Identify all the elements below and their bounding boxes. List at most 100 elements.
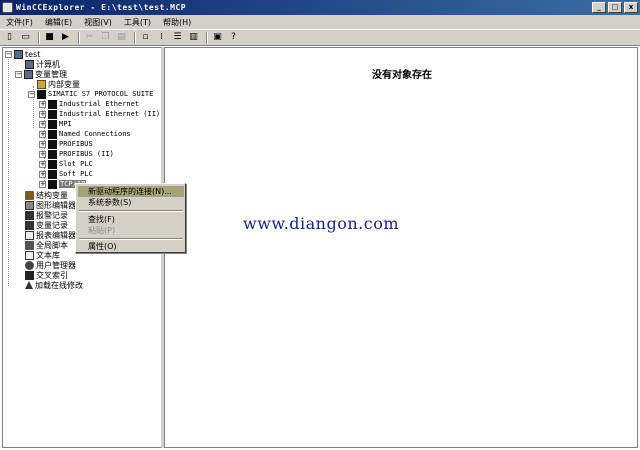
details-icon[interactable]: ▥ — [187, 31, 200, 44]
internal-tags-icon — [37, 79, 46, 89]
context-paste[interactable]: 粘贴(P) — [78, 225, 184, 236]
tree-item-report-designer[interactable]: 报表编辑器 — [25, 230, 76, 240]
app-icon — [2, 2, 13, 13]
tree-item-computer[interactable]: 计算机 — [25, 59, 60, 69]
report-designer-icon — [25, 230, 34, 240]
tree-item-channel-unit[interactable]: + MPI — [39, 119, 72, 129]
tree-item-label: Soft PLC — [59, 170, 93, 178]
properties-icon[interactable]: ▣ — [211, 31, 224, 44]
context-system-parameters[interactable]: 系统参数(S) — [78, 197, 184, 208]
context-find[interactable]: 查找(F) — [78, 214, 184, 225]
tree-item-tag-logging[interactable]: 变量记录 — [25, 220, 68, 230]
window-title: WinCCExplorer - E:\test\test.MCP — [16, 3, 187, 12]
new-icon[interactable]: ▯ — [3, 31, 16, 44]
menu-bar: 文件(F) 编辑(E) 视图(V) 工具(T) 帮助(H) — [0, 15, 640, 30]
context-properties[interactable]: 属性(O) — [78, 241, 184, 252]
tree-item-driver[interactable]: − SIMATIC S7 PROTOCOL SUITE — [28, 89, 153, 99]
tree-item-internal-tags[interactable]: 内部变量 — [37, 79, 80, 89]
expand-icon[interactable]: + — [39, 170, 46, 178]
tree-item-channel-unit[interactable]: + Slot PLC — [39, 159, 93, 169]
driver-icon — [37, 89, 46, 99]
context-separator — [79, 238, 183, 240]
expand-icon[interactable]: + — [39, 130, 46, 138]
list-icon[interactable]: ☰ — [171, 31, 184, 44]
help-icon[interactable]: ? — [227, 31, 240, 44]
toolbar: ▯ ▭ ■ ▶ ✂ ❐ ▤ ▫ ⁞ ☰ ▥ ▣ ? — [0, 30, 640, 46]
menu-file[interactable]: 文件(F) — [0, 17, 39, 28]
empty-message: 没有对象存在 — [372, 70, 432, 81]
tree-item-channel-unit[interactable]: + Named Connections — [39, 129, 131, 139]
channel-unit-icon — [48, 109, 57, 119]
expand-icon[interactable]: + — [39, 110, 46, 118]
context-new-driver-connection[interactable]: 新驱动程序的连接(N)... — [78, 186, 184, 197]
global-script-icon — [25, 240, 34, 250]
context-separator — [79, 210, 183, 212]
tree-item-channel-unit[interactable]: + PROFIBUS — [39, 139, 93, 149]
tree-item-root[interactable]: − test — [5, 49, 40, 59]
menu-view[interactable]: 视图(V) — [78, 17, 118, 28]
watermark-text: www.diangon.com — [243, 214, 400, 233]
channel-unit-icon — [48, 99, 57, 109]
alarm-logging-icon — [25, 210, 34, 220]
content-pane[interactable]: 没有对象存在 — [164, 47, 638, 448]
tree-item-label: MPI — [59, 120, 72, 128]
tree-item-graphics-designer[interactable]: 图形编辑器 — [25, 200, 76, 210]
paste-icon[interactable]: ▤ — [115, 31, 128, 44]
maximize-button[interactable]: □ — [608, 2, 622, 13]
tree-item-cross-reference[interactable]: 交叉索引 — [25, 270, 68, 280]
tree-item-channel-unit[interactable]: + Industrial Ethernet — [39, 99, 139, 109]
expand-icon[interactable]: + — [39, 150, 46, 158]
menu-edit[interactable]: 编辑(E) — [39, 17, 78, 28]
open-icon[interactable]: ▭ — [19, 31, 32, 44]
tag-management-icon — [24, 69, 33, 79]
tree-item-alarm-logging[interactable]: 报警记录 — [25, 210, 68, 220]
collapse-icon[interactable]: − — [28, 90, 35, 98]
tree-item-label: 加载在线修改 — [35, 280, 83, 290]
channel-unit-icon — [48, 169, 57, 179]
collapse-icon[interactable]: − — [15, 70, 22, 78]
close-button[interactable]: x — [624, 2, 638, 13]
text-library-icon — [25, 250, 34, 260]
tree-item-text-library[interactable]: 文本库 — [25, 250, 60, 260]
tree-item-user-administrator[interactable]: 用户管理器 — [25, 260, 76, 270]
tree-item-channel-unit[interactable]: + Soft PLC — [39, 169, 93, 179]
collapse-icon[interactable]: − — [5, 50, 12, 58]
tree-item-label: 内部变量 — [48, 79, 80, 89]
tree-item-structure-tags[interactable]: 结构变量 — [25, 190, 68, 200]
tree-item-label: SIMATIC S7 PROTOCOL SUITE — [48, 90, 154, 98]
toolbar-separator — [78, 31, 80, 44]
tree-item-tag-management[interactable]: − 变量管理 — [15, 69, 67, 79]
small-icons-icon[interactable]: ▫ — [139, 31, 152, 44]
copy-icon[interactable]: ❐ — [99, 31, 112, 44]
tree-item-label: PROFIBUS (II) — [59, 150, 114, 158]
minimize-button[interactable]: _ — [592, 2, 606, 13]
tree-item-global-script[interactable]: 全局脚本 — [25, 240, 68, 250]
menu-tools[interactable]: 工具(T) — [118, 17, 157, 28]
toolbar-separator — [38, 31, 40, 44]
channel-unit-icon — [48, 119, 57, 129]
toolbar-separator — [134, 31, 136, 44]
tree-item-load-online-changes[interactable]: 加载在线修改 — [25, 280, 83, 290]
menu-help[interactable]: 帮助(H) — [157, 17, 197, 28]
tree-item-label: Named Connections — [59, 130, 131, 138]
run-icon[interactable]: ▶ — [59, 31, 72, 44]
computer-icon — [25, 59, 34, 69]
stop-icon[interactable]: ■ — [43, 31, 56, 44]
tree-item-channel-unit[interactable]: + PROFIBUS (II) — [39, 149, 114, 159]
cut-icon[interactable]: ✂ — [83, 31, 96, 44]
tree-item-label: PROFIBUS — [59, 140, 93, 148]
large-icons-icon[interactable]: ⁞ — [155, 31, 168, 44]
cross-reference-icon — [25, 270, 34, 280]
project-icon — [14, 49, 23, 59]
tree-item-label: Industrial Ethernet (II) — [59, 110, 161, 118]
channel-unit-icon — [48, 149, 57, 159]
expand-icon[interactable]: + — [39, 120, 46, 128]
channel-unit-icon — [48, 159, 57, 169]
tree-item-channel-unit[interactable]: + Industrial Ethernet (II) — [39, 109, 160, 119]
channel-unit-icon — [48, 129, 57, 139]
tree-connector — [8, 56, 9, 286]
expand-icon[interactable]: + — [39, 100, 46, 108]
expand-icon[interactable]: + — [39, 160, 46, 168]
expand-icon[interactable]: + — [39, 180, 46, 188]
expand-icon[interactable]: + — [39, 140, 46, 148]
